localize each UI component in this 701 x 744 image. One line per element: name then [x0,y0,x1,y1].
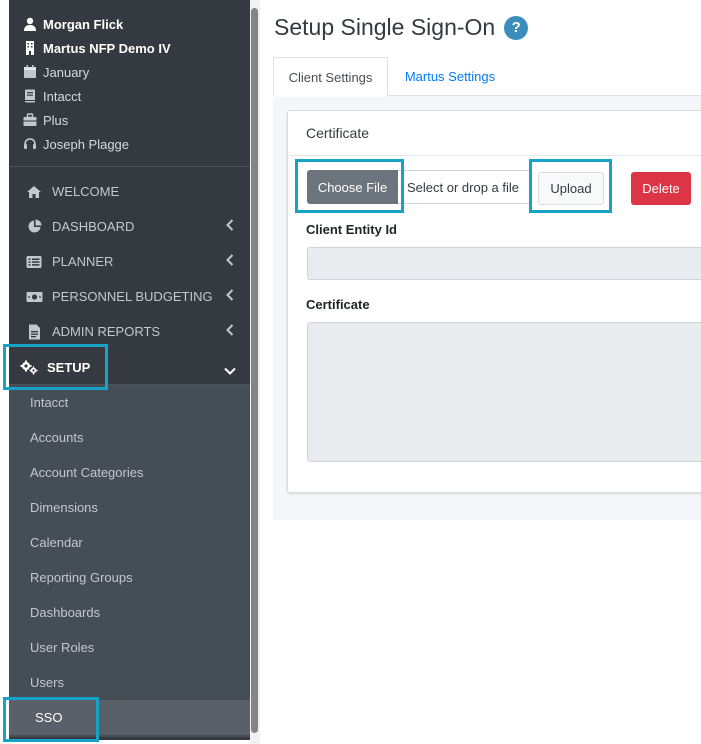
help-icon[interactable]: ? [504,15,529,40]
sidebar-subitem-reporting-groups[interactable]: Reporting Groups [9,560,250,595]
plan-label: Plus [43,112,69,128]
calendar-icon [23,65,37,79]
sidebar-item-label: PERSONNEL BUDGETING [52,289,213,304]
sidebar-divider [9,166,250,167]
page-header: Setup Single Sign-On ? [274,14,529,41]
sidebar-subitem-intacct[interactable]: Intacct [9,385,250,420]
sidebar-item-personnel-budgeting[interactable]: PERSONNEL BUDGETING [9,279,250,314]
card-title: Certificate [288,111,701,156]
user-name-row: Morgan Flick [23,12,245,36]
client-entity-id-field[interactable] [307,247,701,280]
system-row: Intacct [23,84,245,108]
chevron-left-icon [226,254,234,266]
setup-highlight-box [3,344,108,390]
sso-highlight-box [3,697,99,742]
choose-file-highlight-box [295,159,404,213]
period-label: January [43,64,90,80]
user-icon [23,17,37,31]
sidebar-subitem-users[interactable]: Users [9,665,250,700]
organization-row: Martus NFP Demo IV [23,36,245,60]
chevron-left-icon [226,289,234,301]
chevron-down-icon [224,363,236,375]
delete-button[interactable]: Delete [631,172,691,205]
briefcase-icon [23,113,37,127]
list-icon [25,253,43,271]
sidebar-subitem-dashboards[interactable]: Dashboards [9,595,250,630]
organization-name: Martus NFP Demo IV [43,40,171,56]
main-content: Setup Single Sign-On ? Client Settings M… [260,0,701,744]
report-icon [25,323,43,341]
sidebar-subitem-accounts[interactable]: Accounts [9,420,250,455]
chevron-left-icon [226,219,234,231]
money-icon [25,288,43,306]
sidebar-scrollbar-thumb[interactable] [251,8,258,733]
sidebar-subitem-dimensions[interactable]: Dimensions [9,490,250,525]
support-contact: Joseph Plagge [43,136,130,152]
period-row: January [23,60,245,84]
setup-submenu: Intacct Accounts Account Categories Dime… [9,385,250,737]
tab-client-settings[interactable]: Client Settings [273,57,388,97]
sidebar-item-dashboard[interactable]: DASHBOARD [9,209,250,244]
sidebar-item-label: DASHBOARD [52,219,135,234]
support-row: Joseph Plagge [23,132,245,156]
certificate-textarea[interactable] [307,322,701,462]
sidebar-item-welcome[interactable]: WELCOME [9,174,250,209]
building-icon [23,41,37,55]
tab-martus-settings[interactable]: Martus Settings [389,57,511,96]
sidebar-subitem-account-categories[interactable]: Account Categories [9,455,250,490]
settings-tabs: Client Settings Martus Settings [273,57,701,97]
chevron-left-icon [226,324,234,336]
sidebar-subitem-calendar[interactable]: Calendar [9,525,250,560]
page-title: Setup Single Sign-On [274,14,496,40]
sidebar-item-label: WELCOME [52,184,120,199]
sidebar-item-label: ADMIN REPORTS [52,324,161,339]
plan-row: Plus [23,108,245,132]
certificate-label: Certificate [306,297,370,312]
sidebar-item-label: PLANNER [52,254,114,269]
sidebar-item-planner[interactable]: PLANNER [9,244,250,279]
home-icon [25,183,43,201]
book-icon [23,89,37,103]
user-name: Morgan Flick [43,16,124,32]
pie-chart-icon [25,218,43,236]
upload-highlight-box [529,159,612,213]
client-entity-id-label: Client Entity Id [306,222,397,237]
system-label: Intacct [43,88,82,104]
file-drop-field[interactable]: Select or drop a file [398,170,531,204]
sidebar-subitem-user-roles[interactable]: User Roles [9,630,250,665]
sidebar: Morgan Flick Martus NFP Demo IV January … [0,0,260,744]
user-info-block: Morgan Flick Martus NFP Demo IV January … [23,12,245,156]
headset-icon [23,137,37,151]
